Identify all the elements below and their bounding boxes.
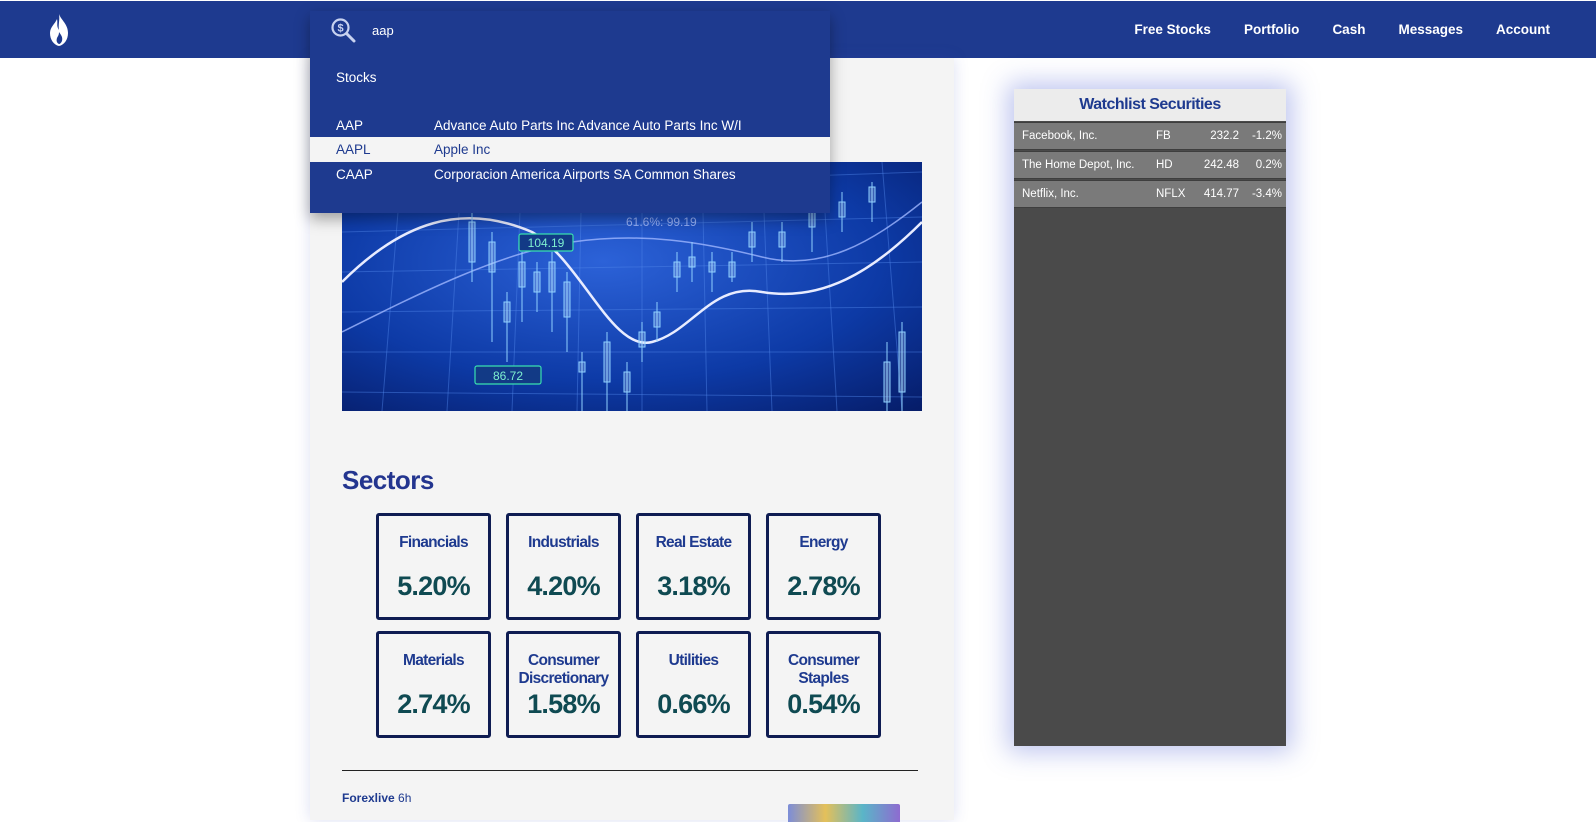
result-symbol: CAAP <box>336 167 373 182</box>
sector-name: Consumer Discretionary <box>518 652 610 687</box>
security-name: Netflix, Inc. <box>1022 188 1079 200</box>
sector-name: Energy <box>799 534 848 551</box>
nav-portfolio[interactable]: Portfolio <box>1244 22 1300 37</box>
result-name: Apple Inc <box>434 142 491 157</box>
section-divider <box>342 770 918 771</box>
sector-value: 2.74% <box>397 689 470 719</box>
news-thumbnail[interactable] <box>788 804 900 822</box>
sector-name: Consumer Staples <box>787 652 860 687</box>
watchlist-row-nflx[interactable]: Netflix, Inc. NFLX 414.77 -3.4% <box>1014 180 1286 208</box>
news-meta: Forexlive 6h <box>342 791 411 805</box>
security-price: 242.48 <box>1203 159 1239 171</box>
search-input[interactable] <box>372 17 812 43</box>
news-time: 6h <box>398 791 412 805</box>
sector-value: 5.20% <box>397 571 470 601</box>
sector-card-industrials[interactable]: Industrials 4.20% <box>506 513 621 620</box>
sector-name: Materials <box>403 652 465 669</box>
svg-text:$: $ <box>337 23 343 35</box>
search-group-label: Stocks <box>336 70 377 85</box>
sector-value: 0.66% <box>657 689 730 719</box>
result-name: Corporacion America Airports SA Common S… <box>434 167 736 182</box>
security-price: 414.77 <box>1203 188 1239 200</box>
security-symbol: FB <box>1156 130 1171 142</box>
sector-grid: Financials 5.20% Industrials 4.20% Real … <box>376 513 881 738</box>
sector-value: 0.54% <box>787 689 860 719</box>
security-name: The Home Depot, Inc. <box>1022 159 1135 171</box>
security-change: 0.2% <box>1255 159 1282 171</box>
sector-card-consumer-discretionary[interactable]: Consumer Discretionary 1.58% <box>506 631 621 738</box>
search-dollar-icon[interactable]: $ <box>330 17 356 43</box>
security-change: -1.2% <box>1251 130 1282 142</box>
result-symbol: AAP <box>336 118 364 133</box>
hero-label-86: 86.72 <box>493 369 523 383</box>
watchlist-panel: Watchlist Securities Facebook, Inc. FB 2… <box>1014 89 1286 746</box>
sector-value: 4.20% <box>527 571 600 601</box>
security-change: -3.4% <box>1251 188 1282 200</box>
main-nav: Free Stocks Portfolio Cash Messages Acco… <box>1134 1 1550 58</box>
nav-account[interactable]: Account <box>1496 22 1550 37</box>
sector-name: Industrials <box>528 534 599 551</box>
sector-name: Financials <box>399 534 469 551</box>
sector-card-utilities[interactable]: Utilities 0.66% <box>636 631 751 738</box>
flame-logo-icon[interactable] <box>46 14 72 46</box>
sector-card-energy[interactable]: Energy 2.78% <box>766 513 881 620</box>
watchlist-title: Watchlist Securities <box>1014 89 1286 121</box>
sector-card-consumer-staples[interactable]: Consumer Staples 0.54% <box>766 631 881 738</box>
sector-card-materials[interactable]: Materials 2.74% <box>376 631 491 738</box>
nav-cash[interactable]: Cash <box>1332 22 1365 37</box>
nav-messages[interactable]: Messages <box>1398 22 1463 37</box>
sector-name: Real Estate <box>655 534 733 551</box>
hero-label-fib: 61.6%: 99.19 <box>626 215 697 229</box>
sector-card-real-estate[interactable]: Real Estate 3.18% <box>636 513 751 620</box>
sector-value: 2.78% <box>787 571 860 601</box>
sector-card-financials[interactable]: Financials 5.20% <box>376 513 491 620</box>
search-result-aapl[interactable]: AAPL Apple Inc <box>310 137 830 162</box>
result-name: Advance Auto Parts Inc Advance Auto Part… <box>434 118 742 133</box>
sector-value: 1.58% <box>527 689 600 719</box>
sector-value: 3.18% <box>657 571 730 601</box>
security-symbol: HD <box>1156 159 1173 171</box>
search-result-caap[interactable]: CAAP Corporacion America Airports SA Com… <box>310 162 830 187</box>
result-symbol: AAPL <box>336 142 371 157</box>
search-dropdown: $ Stocks AAP Advance Auto Parts Inc Adva… <box>310 11 830 213</box>
watchlist-row-fb[interactable]: Facebook, Inc. FB 232.2 -1.2% <box>1014 122 1286 150</box>
security-symbol: NFLX <box>1156 188 1186 200</box>
security-price: 232.2 <box>1210 130 1239 142</box>
watchlist-row-hd[interactable]: The Home Depot, Inc. HD 242.48 0.2% <box>1014 151 1286 179</box>
hero-label-104: 104.19 <box>528 236 565 250</box>
news-source[interactable]: Forexlive <box>342 791 395 805</box>
security-name: Facebook, Inc. <box>1022 130 1098 142</box>
search-result-aap[interactable]: AAP Advance Auto Parts Inc Advance Auto … <box>310 113 830 138</box>
nav-free-stocks[interactable]: Free Stocks <box>1134 22 1211 37</box>
sector-name: Utilities <box>668 652 719 669</box>
sectors-heading: Sectors <box>342 465 434 495</box>
